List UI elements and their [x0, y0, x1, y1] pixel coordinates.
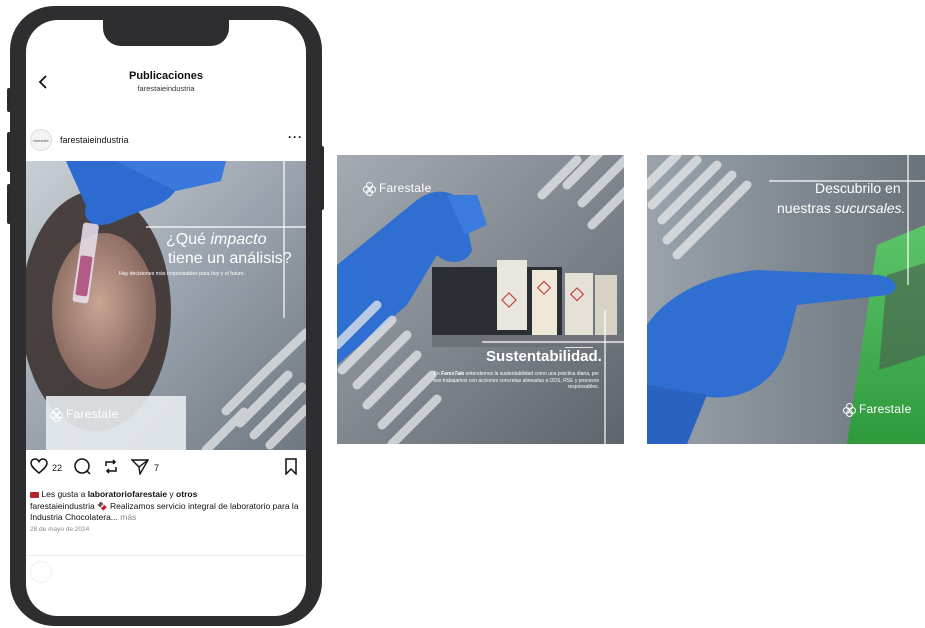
- page-title: Publicaciones: [129, 70, 203, 82]
- like-count: 22: [52, 463, 63, 473]
- logo-mark-icon: [50, 407, 63, 422]
- slide-2-body: En FaresTaIe entendemos la sustentabilid…: [427, 371, 599, 391]
- question-prefix: ¿Qué: [166, 231, 211, 248]
- phone-mute-button: [7, 88, 11, 112]
- post-image-question: ¿Qué impacto: [166, 231, 267, 249]
- post-image-small-text: Hay decisiones más responsables para hoy…: [119, 271, 246, 277]
- logo-mark-icon: [363, 181, 376, 196]
- slide-3-line1: Descubrilo en: [815, 180, 901, 196]
- likes-others[interactable]: otros: [176, 489, 197, 499]
- post-date: 28 de mayo de 2024: [30, 526, 90, 533]
- share-icon[interactable]: [130, 458, 150, 480]
- phone-notch: [103, 20, 229, 46]
- page-subtitle: farestaieindustria: [137, 84, 195, 93]
- carousel-slide-3: Descubrilo en nuestras sucursales. Fares…: [647, 155, 925, 444]
- caption-more-link[interactable]: más: [118, 512, 136, 522]
- heart-icon[interactable]: [30, 458, 48, 480]
- slide-3-art: [647, 155, 925, 444]
- phone-mockup: Publicaciones farestaieindustria faresta…: [7, 6, 324, 626]
- repost-icon[interactable]: [102, 458, 120, 480]
- phone-power-button: [320, 146, 324, 210]
- more-horizontal-icon[interactable]: ···: [288, 130, 303, 144]
- avatar-text: farestaie: [33, 138, 49, 143]
- logo-mark-icon: [843, 402, 856, 417]
- likes-prefix: Les gusta a: [41, 489, 88, 499]
- likes-and: y: [167, 489, 177, 499]
- avatar[interactable]: farestaie: [30, 129, 52, 151]
- logo-text: FarestaIe: [379, 181, 432, 195]
- post-image-question-line2: tiene un análisis?: [168, 250, 292, 267]
- phone-screen: Publicaciones farestaieindustria faresta…: [26, 20, 306, 616]
- body-brand: FaresTaIe: [441, 371, 465, 377]
- slide-2-art: [337, 155, 624, 444]
- slide-3-line2: nuestras sucursales.: [777, 200, 905, 216]
- farestaie-logo: FarestaIe: [50, 407, 119, 422]
- line2-emphasis: sucursales.: [834, 200, 906, 216]
- farestaie-logo: FarestaIe: [843, 402, 912, 417]
- post-username[interactable]: farestaieindustria: [60, 135, 129, 145]
- post-actions: 22 7: [26, 458, 306, 478]
- divider: [26, 555, 306, 556]
- logo-text: FarestaIe: [66, 407, 119, 421]
- post-image[interactable]: ¿Qué impacto tiene un análisis? Hay deci…: [26, 161, 306, 450]
- line2-prefix: nuestras: [777, 200, 835, 216]
- farestaie-logo: FarestaIe: [363, 181, 432, 196]
- likes-user[interactable]: laboratoriofarestaie: [88, 489, 167, 499]
- bookmark-icon[interactable]: [284, 458, 298, 480]
- liker-avatar-icon: [30, 491, 39, 498]
- question-emphasis: impacto: [210, 231, 267, 248]
- carousel-slide-2: FarestaIe Sustentabilidad. En FaresTaIe …: [337, 155, 624, 444]
- body-prefix: En: [433, 371, 442, 377]
- post-caption: farestaieindustria 🍫 Realizamos servicio…: [30, 501, 304, 523]
- phone-volume-down-button: [7, 184, 11, 224]
- share-count: 7: [154, 463, 160, 473]
- comment-icon[interactable]: [73, 458, 91, 480]
- slide-2-heading: Sustentabilidad.: [486, 348, 602, 365]
- phone-volume-up-button: [7, 132, 11, 172]
- caption-username[interactable]: farestaieindustria: [30, 501, 95, 511]
- next-post-avatar: [30, 561, 52, 583]
- likes-line: Les gusta a laboratoriofarestaie y otros: [30, 489, 197, 499]
- logo-text: FarestaIe: [859, 402, 912, 416]
